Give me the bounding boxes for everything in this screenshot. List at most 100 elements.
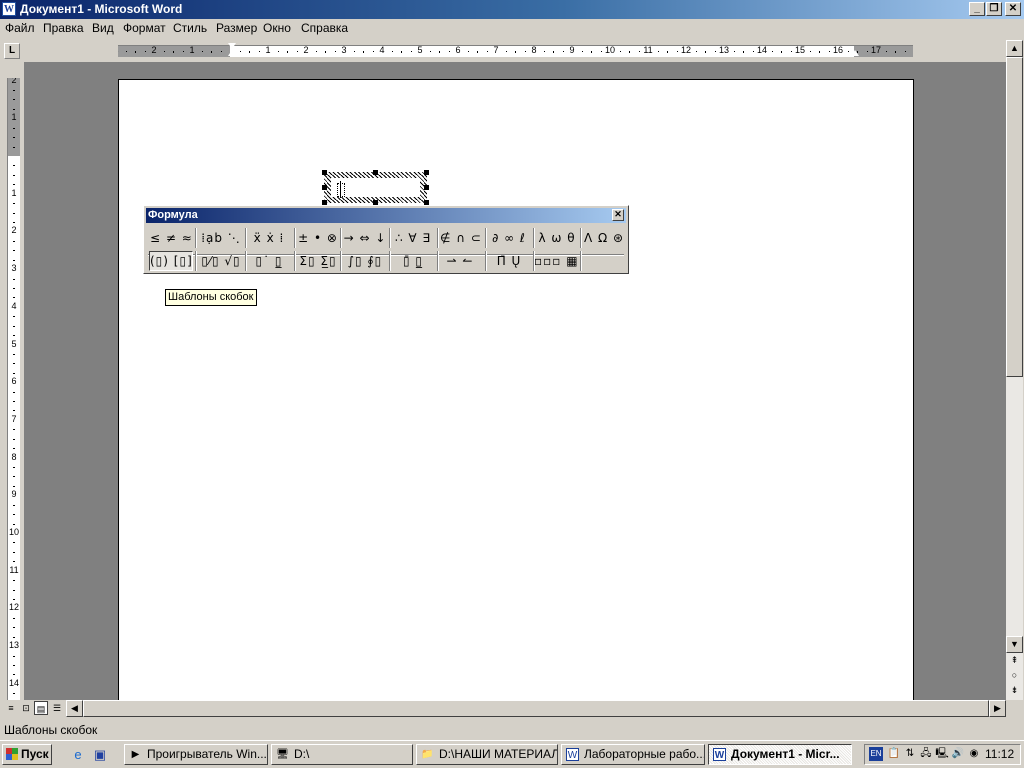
resize-handle-top[interactable] <box>373 170 378 175</box>
vertical-ruler[interactable]: 2 1 1 2 3 4 5 6 7 8 9 10 11 12 13 14 <box>7 78 20 700</box>
clock[interactable]: 11:12 <box>985 747 1014 761</box>
ruler-tick <box>848 51 849 52</box>
horizontal-scroll-thumb[interactable] <box>83 700 989 717</box>
vertical-ruler-number: 7 <box>11 414 17 424</box>
word-app-icon[interactable]: W <box>2 2 16 16</box>
scroll-down-button[interactable]: ▼ <box>1006 636 1023 653</box>
taskbar-folder[interactable]: 📁 D:\НАШИ МАТЕРИАЛ... <box>416 744 558 765</box>
vertical-ruler-tick <box>13 410 15 411</box>
taskbar-media-player[interactable]: ▶ Проигрыватель Win... <box>124 744 268 765</box>
web-layout-view-icon[interactable]: ⊡ <box>19 701 33 715</box>
menu-help[interactable]: Справка <box>301 21 348 35</box>
subscript-superscript-templates-button[interactable]: ▯˙ ▯̲ <box>248 251 290 271</box>
vertical-ruler-tick <box>13 552 15 553</box>
first-line-indent-marker[interactable] <box>228 43 236 49</box>
equation-toolbar-close-button[interactable]: ✕ <box>612 209 624 221</box>
menu-file[interactable]: Файл <box>5 21 35 35</box>
network-sync-icon[interactable]: ⇅ <box>903 747 917 761</box>
products-set-theory-templates-button[interactable]: Π̄ Ų <box>488 251 530 271</box>
vertical-scroll-thumb[interactable] <box>1006 57 1023 377</box>
relations-palette-button[interactable]: ≤ ≠ ≈ <box>150 228 192 248</box>
ruler-tick <box>772 51 773 52</box>
next-page-button[interactable]: ⇟ <box>1006 683 1023 700</box>
ruler-tick <box>886 51 887 52</box>
equation-toolbar-title-bar[interactable]: Формула ✕ <box>146 208 626 223</box>
vertical-ruler-tick <box>13 599 15 600</box>
taskbar-lab-word-doc[interactable]: W Лабораторные рабо... <box>561 744 705 765</box>
ruler-tick <box>145 51 146 52</box>
language-indicator[interactable]: EN <box>869 747 883 761</box>
close-button[interactable]: ✕ <box>1005 2 1021 16</box>
scroll-up-button[interactable]: ▲ <box>1006 40 1023 57</box>
tab-selector-button[interactable]: L <box>4 43 20 59</box>
set-theory-palette-button[interactable]: ∉ ∩ ⊂ <box>440 228 481 248</box>
fraction-radical-templates-button[interactable]: ▯⁄▯ √▯ <box>200 251 242 271</box>
arrows-palette-button[interactable]: → ⇔ ↓ <box>343 228 387 248</box>
equation-toolbar[interactable]: Формула ✕ ≤ ≠ ≈ ⁞ạb ⋱ ẍ ẋ ⁞ ± • ⊗ → ⇔ ↓ … <box>143 205 629 274</box>
start-button[interactable]: Пуск <box>2 744 52 765</box>
logic-palette-button[interactable]: ∴ ∀ ∃ <box>392 228 434 248</box>
resize-handle-top-left[interactable] <box>322 170 327 175</box>
restore-button[interactable]: ❐ <box>986 2 1002 16</box>
operators-palette-button[interactable]: ± • ⊗ <box>297 228 339 248</box>
menu-size[interactable]: Размер <box>216 21 257 35</box>
summation-templates-button[interactable]: Σ▯ Σ̲▯ <box>297 251 339 271</box>
ruler-number: 8 <box>531 45 537 55</box>
hanging-indent-marker[interactable] <box>228 50 236 56</box>
ie-icon[interactable]: e <box>70 747 86 763</box>
antivirus-icon[interactable]: ◉ <box>967 747 981 761</box>
equation-object[interactable] <box>324 172 427 203</box>
task-label: D:\ <box>294 747 310 761</box>
menu-style[interactable]: Стиль <box>173 21 207 35</box>
scroll-right-button[interactable]: ▶ <box>989 700 1006 717</box>
vertical-ruler-tick <box>13 128 15 129</box>
menu-view[interactable]: Вид <box>92 21 114 35</box>
toolbar-separator <box>245 251 247 271</box>
resize-handle-right[interactable] <box>424 185 429 190</box>
scroll-left-button[interactable]: ◀ <box>66 700 83 717</box>
menu-format[interactable]: Формат <box>123 21 166 35</box>
ruler-tick <box>658 51 659 52</box>
vertical-ruler-tick <box>13 175 15 176</box>
taskbar-document1-word[interactable]: W Документ1 - Micr... <box>708 744 852 765</box>
vertical-scrollbar[interactable]: ▲ ▼ ⇞ ○ ⇟ <box>1006 40 1023 700</box>
document-area[interactable] <box>24 62 1006 700</box>
taskbar-drive-d[interactable]: 🖥 D:\ <box>271 744 413 765</box>
resize-handle-top-right[interactable] <box>424 170 429 175</box>
vertical-ruler-tick <box>13 335 15 336</box>
document-page[interactable] <box>118 79 914 700</box>
outline-view-icon[interactable]: ☰ <box>50 701 64 715</box>
horizontal-ruler[interactable]: 3211234567891011121314151617 <box>118 45 913 57</box>
clipboard-icon[interactable]: 📋 <box>887 747 901 761</box>
fence-templates-button[interactable]: (▯) [▯] <box>149 251 193 271</box>
resize-handle-left[interactable] <box>322 185 327 190</box>
menu-window[interactable]: Окно <box>263 21 291 35</box>
right-indent-marker[interactable] <box>851 50 859 56</box>
ruler-tick <box>240 51 241 52</box>
empty-template-slot[interactable] <box>337 183 345 197</box>
normal-view-icon[interactable]: ≡ <box>4 701 18 715</box>
horizontal-scrollbar[interactable]: ◀ ▶ <box>66 700 1006 717</box>
underbar-overbar-templates-button[interactable]: ▯̄ ▯̲ <box>392 251 434 271</box>
misc-symbols-palette-button[interactable]: ∂ ∞ ℓ <box>488 228 530 248</box>
spaces-ellipses-palette-button[interactable]: ⁞ạb ⋱ <box>200 228 242 248</box>
network-icon[interactable]: 🖧 <box>919 747 933 761</box>
network-connection-icon[interactable]: 🖳 <box>935 747 949 761</box>
vertical-ruler-number: 1 <box>11 188 17 198</box>
greek-lowercase-palette-button[interactable]: λ ω θ <box>536 228 578 248</box>
integral-templates-button[interactable]: ∫▯ ∮▯ <box>343 251 387 271</box>
matrix-templates-button[interactable]: ▫▫▫ ▦ <box>534 251 578 271</box>
toolbar-separator <box>533 228 535 248</box>
greek-uppercase-palette-button[interactable]: Λ Ω ⊛ <box>583 228 625 248</box>
show-desktop-icon[interactable]: ▣ <box>92 747 108 763</box>
vertical-ruler-tick <box>13 109 15 110</box>
labeled-arrow-templates-button[interactable]: ⇀ ↼ <box>440 251 480 271</box>
equation-edit-area[interactable] <box>331 178 420 198</box>
minimize-button[interactable]: _ <box>969 2 985 16</box>
toolbar-separator <box>389 228 391 248</box>
print-layout-view-icon[interactable]: ▤ <box>34 701 48 715</box>
ruler-number: 4 <box>379 45 385 55</box>
embellishments-palette-button[interactable]: ẍ ẋ ⁞ <box>248 228 290 248</box>
menu-edit[interactable]: Правка <box>43 21 84 35</box>
volume-icon[interactable]: 🔊 <box>951 747 965 761</box>
